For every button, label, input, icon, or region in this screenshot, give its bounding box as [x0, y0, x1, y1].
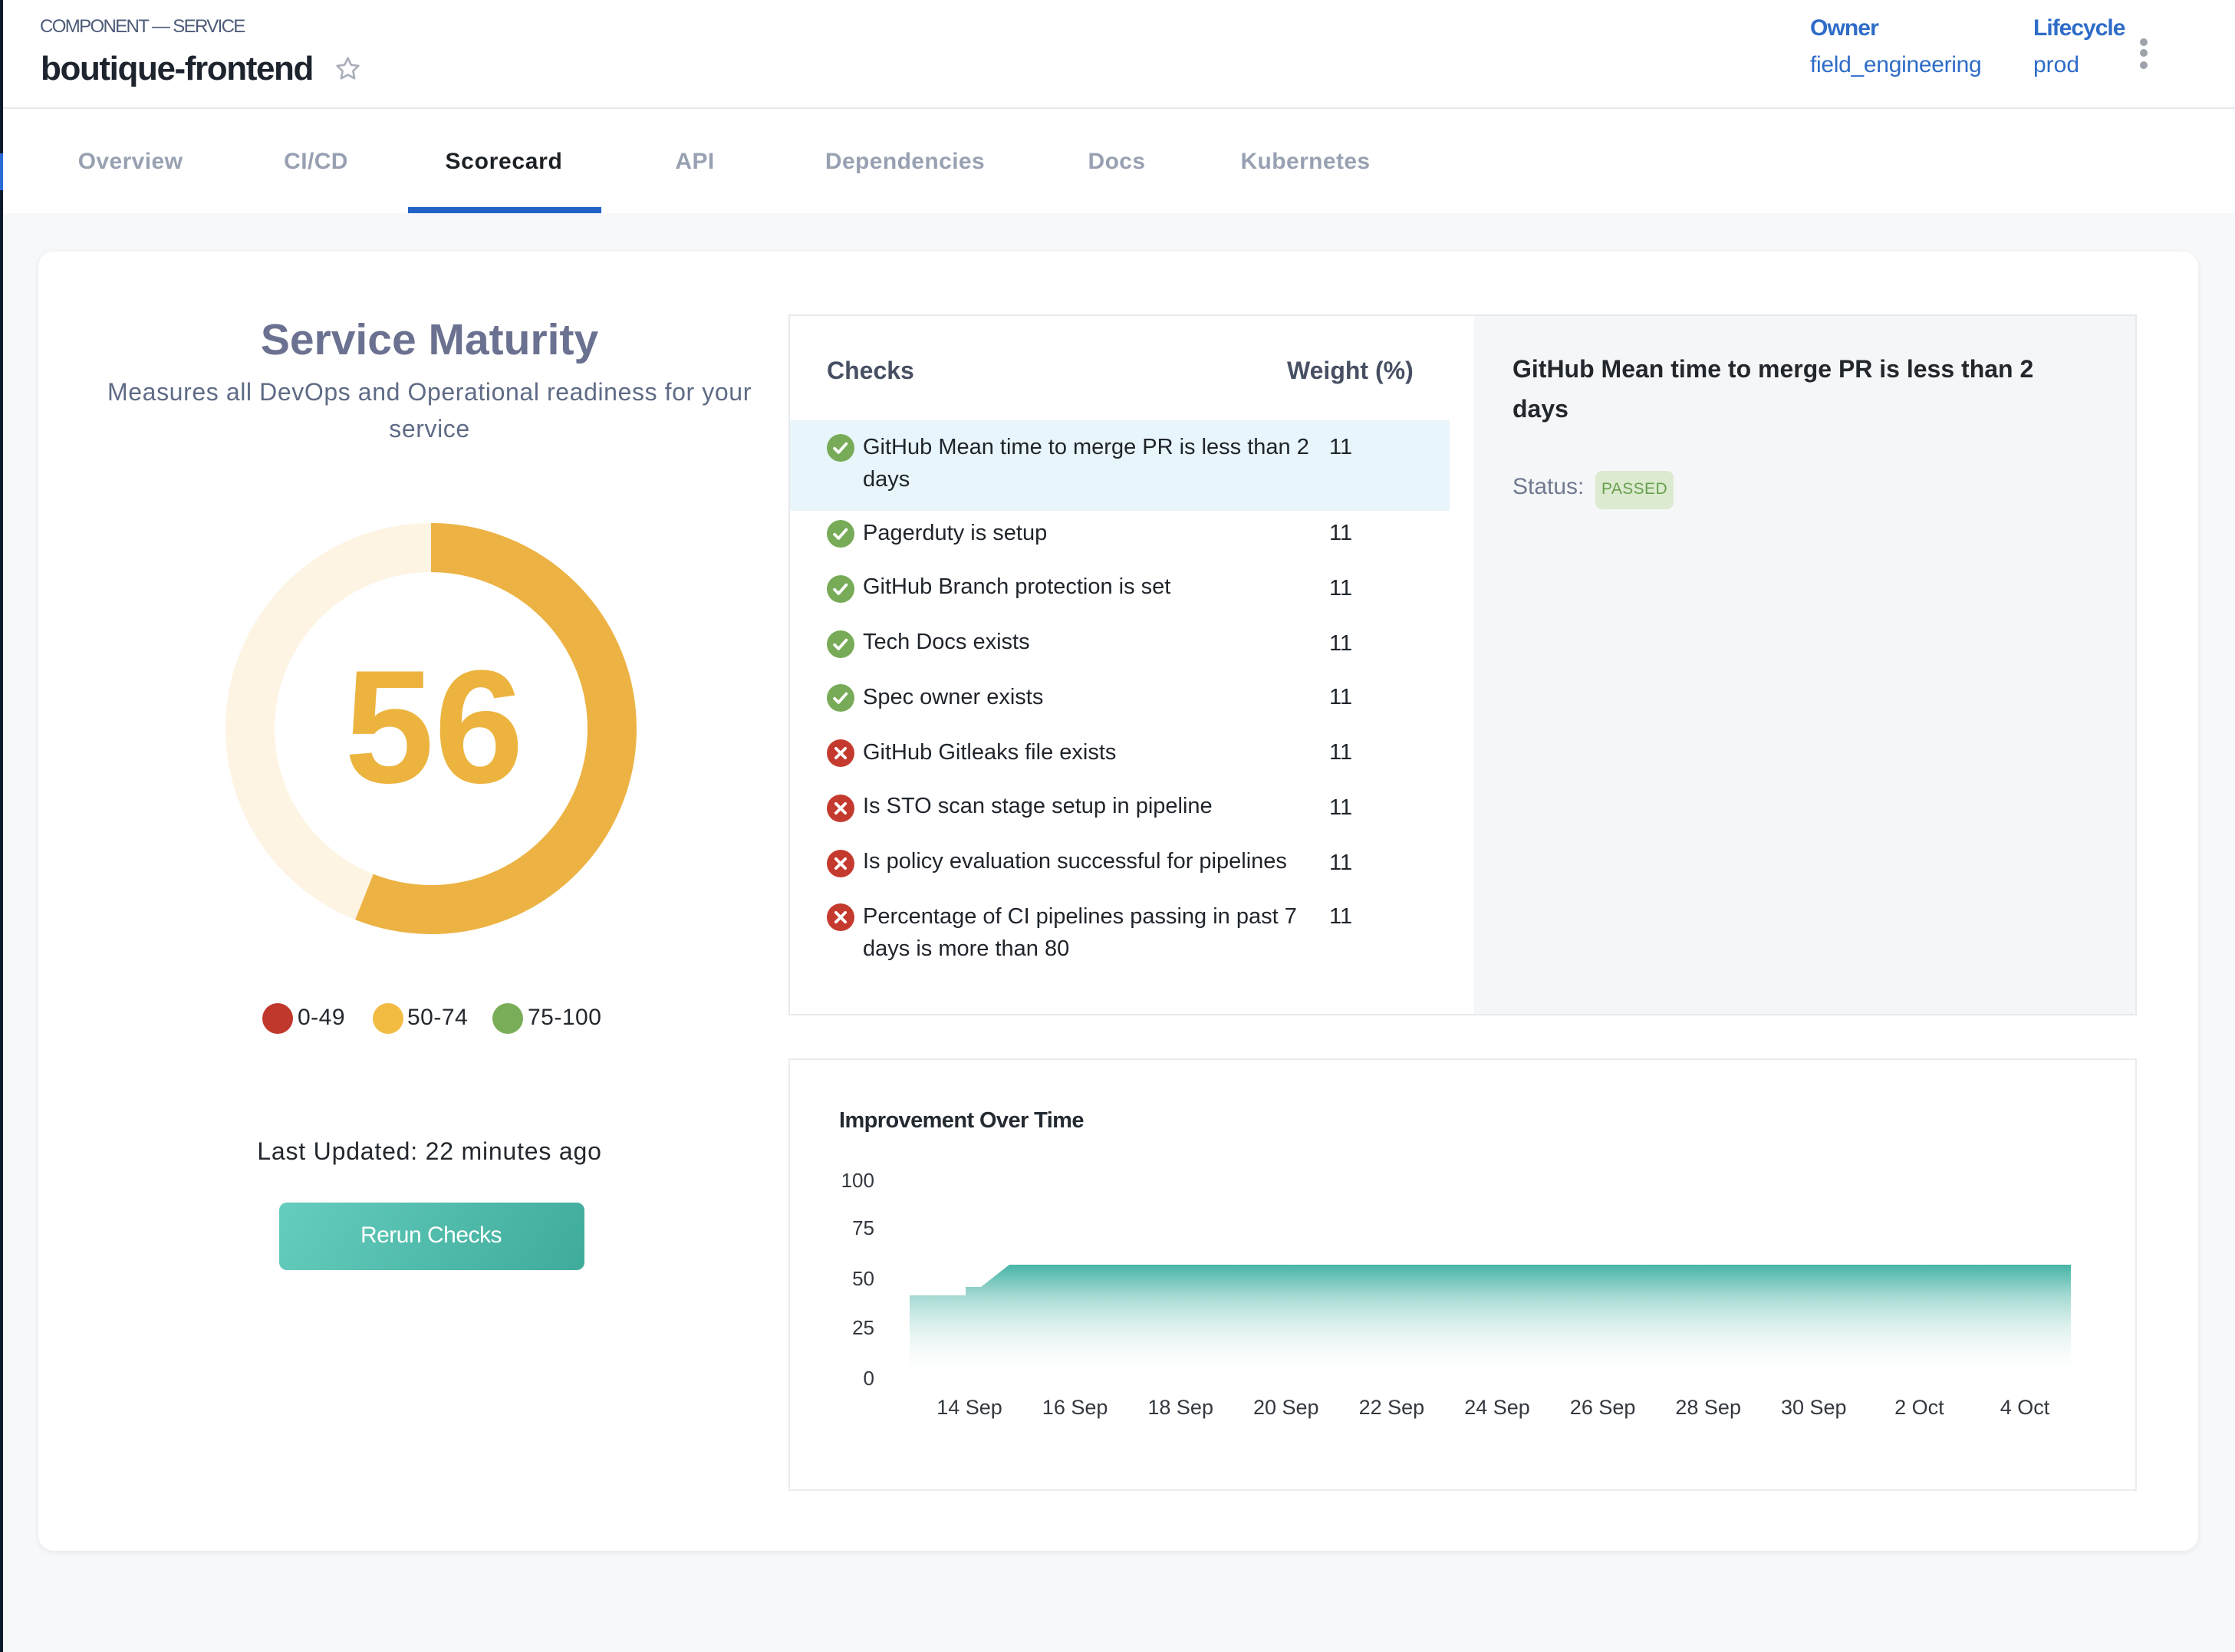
svg-text:56: 56 — [344, 637, 524, 817]
